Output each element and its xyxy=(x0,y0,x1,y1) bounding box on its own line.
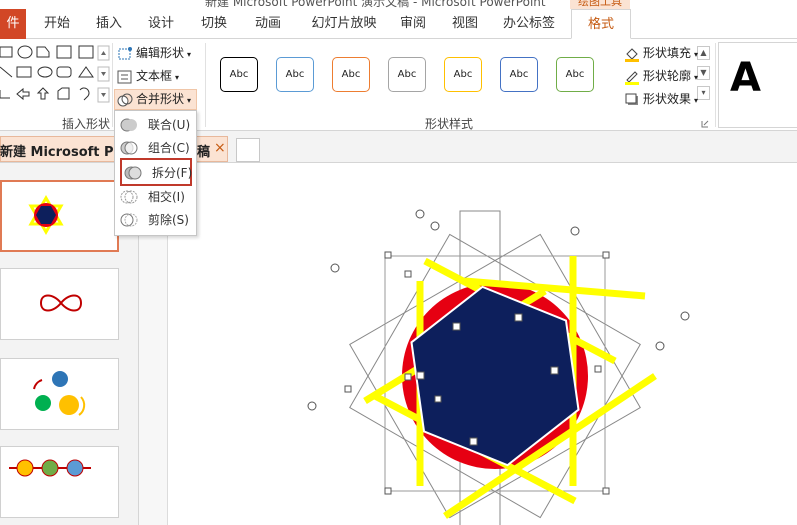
merge-shapes-button[interactable]: 合并形状 ▾ xyxy=(117,89,191,109)
text-box-label: 文本框 xyxy=(136,69,173,83)
edit-shape-icon xyxy=(118,46,132,59)
shape-fill-label: 形状填充 xyxy=(643,46,692,60)
tab-review[interactable]: 审阅 xyxy=(393,9,433,39)
navy-hexagon[interactable] xyxy=(405,276,585,476)
slide-thumbnail-1[interactable] xyxy=(0,180,119,252)
tab-file[interactable]: 件 xyxy=(0,9,26,39)
gallery-expand-button[interactable]: ▾ xyxy=(697,86,710,100)
menu-item-combine[interactable]: 组合(C) xyxy=(118,137,194,159)
intersect-icon xyxy=(120,190,138,204)
merge-shapes-icon xyxy=(117,93,133,106)
star-hexagon-thumbnail xyxy=(28,194,64,236)
chevron-down-icon: ▾ xyxy=(187,50,192,59)
new-tab-button[interactable] xyxy=(236,138,260,162)
menu-item-label: 剪除(S) xyxy=(148,213,189,227)
star-hexagon-shape-group[interactable] xyxy=(300,200,720,525)
dialog-launcher-icon[interactable] xyxy=(701,120,709,128)
chevron-down-icon: ▾ xyxy=(694,96,699,105)
gears-thumbnail xyxy=(33,371,86,416)
dots-line-thumbnail xyxy=(9,459,91,477)
close-icon[interactable]: × xyxy=(214,140,226,156)
ribbon-divider xyxy=(112,43,113,127)
ribbon-divider xyxy=(715,43,716,127)
text-box-icon xyxy=(117,70,132,83)
shapes-gallery[interactable] xyxy=(0,43,112,105)
chevron-down-icon: ▾ xyxy=(694,50,699,59)
tab-transitions[interactable]: 切换 xyxy=(193,9,235,39)
fragment-icon xyxy=(124,166,142,180)
chevron-down-icon: ▾ xyxy=(175,73,180,82)
pencil-icon xyxy=(625,70,639,85)
shape-effects-icon xyxy=(625,93,638,105)
union-icon xyxy=(120,118,137,132)
shape-fill-button[interactable]: 形状填充 ▾ xyxy=(624,43,698,63)
style-swatch-darkblue[interactable]: Abc xyxy=(500,57,538,92)
infinity-thumbnail xyxy=(39,294,83,312)
group-label-shape-styles: 形状样式 xyxy=(425,117,474,131)
gallery-scroll-down-button[interactable]: ▼ xyxy=(697,66,710,80)
menu-item-fragment[interactable]: 拆分(F) xyxy=(120,158,192,186)
style-swatch-black[interactable]: Abc xyxy=(220,57,258,92)
text-box-button[interactable]: 文本框 ▾ xyxy=(117,66,179,86)
tab-format[interactable]: 格式 xyxy=(571,9,631,39)
document-tab-title-tail: 稿 xyxy=(197,145,211,160)
menu-item-intersect[interactable]: 相交(I) xyxy=(118,186,194,208)
merge-shapes-label: 合并形状 xyxy=(136,92,185,106)
subtract-icon xyxy=(120,213,138,227)
menu-item-label: 相交(I) xyxy=(148,190,185,204)
shape-effects-button[interactable]: 形状效果 ▾ xyxy=(624,89,698,109)
tab-insert[interactable]: 插入 xyxy=(88,9,130,39)
tab-office-tab[interactable]: 办公标签 xyxy=(497,9,561,39)
shape-outline-button[interactable]: 形状轮廓 ▾ xyxy=(624,66,698,86)
ribbon-divider xyxy=(205,43,206,127)
menu-item-label: 拆分(F) xyxy=(152,166,193,180)
shape-outline-label: 形状轮廓 xyxy=(643,69,692,83)
chevron-down-icon: ▾ xyxy=(187,96,192,105)
tab-home[interactable]: 开始 xyxy=(36,9,78,39)
tab-animations[interactable]: 动画 xyxy=(247,9,289,39)
combine-icon xyxy=(120,141,138,155)
edit-shape-button[interactable]: 编辑形状 ▾ xyxy=(117,43,191,63)
shape-effects-label: 形状效果 xyxy=(643,92,692,106)
group-label-insert-shapes: 插入形状 xyxy=(62,117,111,131)
chevron-down-icon: ▾ xyxy=(694,73,699,82)
title-bar: 新建 Microsoft PowerPoint 演示文稿 - Microsoft… xyxy=(0,0,797,9)
slide-thumbnail-2[interactable] xyxy=(0,268,119,340)
paint-bucket-icon xyxy=(625,47,639,62)
menu-item-label: 组合(C) xyxy=(148,141,190,155)
style-swatch-gray[interactable]: Abc xyxy=(388,57,426,92)
tab-design[interactable]: 设计 xyxy=(140,9,182,39)
style-swatch-gold[interactable]: Abc xyxy=(444,57,482,92)
menu-item-label: 联合(U) xyxy=(148,118,191,132)
window-title: 新建 Microsoft PowerPoint 演示文稿 - Microsoft… xyxy=(205,0,546,9)
edit-shape-label: 编辑形状 xyxy=(136,46,185,60)
slide-thumbnail-3[interactable] xyxy=(0,358,119,430)
menu-item-subtract[interactable]: 剪除(S) xyxy=(118,209,194,231)
menu-item-union[interactable]: 联合(U) xyxy=(118,114,194,136)
tab-slideshow[interactable]: 幻灯片放映 xyxy=(306,9,382,39)
style-swatch-green[interactable]: Abc xyxy=(556,57,594,92)
style-swatch-orange[interactable]: Abc xyxy=(332,57,370,92)
gallery-scroll-up-button[interactable]: ▲ xyxy=(697,46,710,60)
tab-view[interactable]: 视图 xyxy=(445,9,485,39)
slide-thumbnail-4[interactable] xyxy=(0,446,119,518)
style-swatch-blue[interactable]: Abc xyxy=(276,57,314,92)
wordart-style-sample[interactable]: A xyxy=(730,55,761,101)
